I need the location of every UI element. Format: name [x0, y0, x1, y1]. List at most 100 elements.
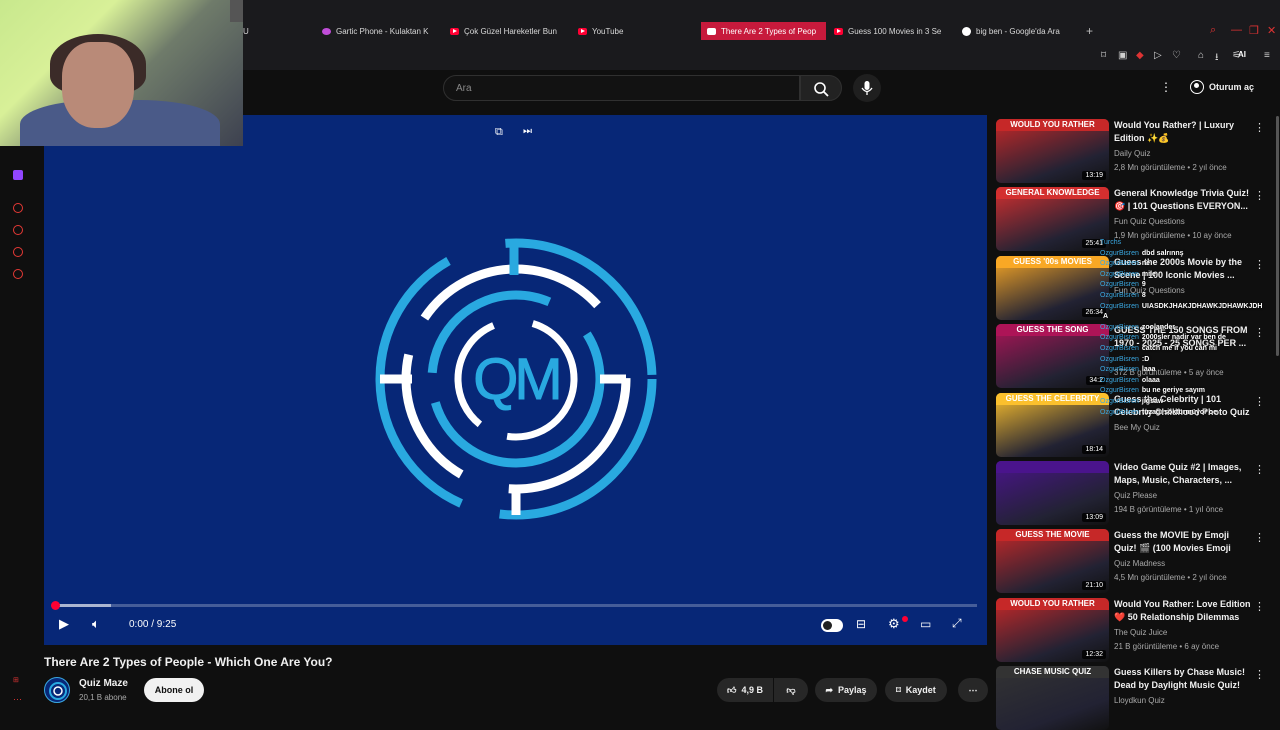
- gartic-phone-favicon: [322, 27, 331, 35]
- browser-tab[interactable]: Çok Güzel Hareketler Bun: [450, 22, 564, 40]
- recommended-channel[interactable]: Daily Quiz: [1114, 149, 1150, 158]
- search-button[interactable]: [800, 75, 842, 101]
- recommended-channel[interactable]: Lloydkun Quiz: [1114, 696, 1165, 705]
- chat-username: Turchs: [1100, 239, 1122, 246]
- recommended-channel[interactable]: Bee My Quiz: [1114, 423, 1160, 432]
- skip-icon[interactable]: ⏭: [523, 126, 532, 137]
- video-thumbnail[interactable]: GUESS '00s MOVIES 26:34: [996, 256, 1109, 320]
- voice-search-button[interactable]: [853, 74, 881, 102]
- recommended-title[interactable]: Guess Killers by Chase Music! Dead by Da…: [1114, 666, 1252, 692]
- more-options-icon[interactable]: ⋮: [1254, 121, 1265, 134]
- recommended-title[interactable]: Video Game Quiz #2 | Images, Maps, Music…: [1114, 461, 1252, 487]
- chat-text: bu ne geriye sayım: [1141, 387, 1205, 395]
- search-input[interactable]: Ara: [443, 75, 800, 101]
- page-scrollbar[interactable]: [1276, 116, 1279, 356]
- search-tabs-icon[interactable]: ⌕: [1210, 24, 1216, 37]
- browser-tab-google[interactable]: big ben - Google'da Ara: [962, 22, 1074, 40]
- screenshot-icon[interactable]: ▣: [1118, 50, 1127, 61]
- recommended-channel[interactable]: Quiz Madness: [1114, 559, 1165, 568]
- channel-name[interactable]: Quiz Maze: [79, 678, 128, 689]
- like-button[interactable]: 👍︎ 4,9 B: [717, 678, 773, 702]
- chat-text: laaa: [1141, 366, 1156, 374]
- maximize-icon[interactable]: ❐: [1249, 24, 1259, 37]
- wallet-icon[interactable]: ⌂: [1198, 50, 1204, 61]
- recommended-video[interactable]: 13:09 Video Game Quiz #2 | Images, Maps, …: [996, 461, 1266, 525]
- video-thumbnail[interactable]: CHASE MUSIC QUIZ: [996, 666, 1109, 730]
- close-icon[interactable]: ✕: [1267, 24, 1276, 37]
- thumbnail-banner: GUESS '00s MOVIES: [996, 256, 1109, 268]
- subscribe-button[interactable]: Abone ol: [144, 678, 204, 702]
- flame-icon[interactable]: [13, 247, 23, 257]
- bookmark-icon[interactable]: ⌑: [1101, 50, 1106, 61]
- recommended-title[interactable]: Guess the MOVIE by Emoji Quiz! 🎬 (100 Mo…: [1114, 529, 1252, 556]
- browser-tab-gartic[interactable]: Gartic Phone - Kulaktan K: [322, 22, 434, 40]
- channel-avatar[interactable]: [44, 677, 70, 703]
- recommended-channel[interactable]: The Quiz Juice: [1114, 628, 1167, 637]
- recommended-title[interactable]: General Knowledge Trivia Quiz! 🎯 | 101 Q…: [1114, 187, 1252, 213]
- more-actions-button[interactable]: ⋯: [958, 678, 988, 702]
- left-rail: [0, 70, 36, 720]
- progress-handle[interactable]: [51, 601, 60, 610]
- play-button-icon[interactable]: ▶: [59, 616, 69, 632]
- video-player[interactable]: QM ⧉ ⏭ ▶ 🔈︎ 0:00 / 9:25 ⊟ ⚙ ▭ ⤢: [44, 115, 987, 645]
- settings-gear-icon[interactable]: ⚙: [888, 616, 900, 632]
- browser-tab-youtube[interactable]: YouTube: [578, 22, 658, 40]
- recommended-video[interactable]: CHASE MUSIC QUIZ Guess Killers by Chase M…: [996, 666, 1266, 730]
- recommended-video[interactable]: GUESS THE MOVIE 21:10 Guess the MOVIE by E…: [996, 529, 1266, 593]
- video-thumbnail[interactable]: GUESS THE SONG 34:2: [996, 324, 1109, 388]
- download-icon[interactable]: ⭳: [1215, 50, 1219, 67]
- browser-tab[interactable]: U: [243, 22, 255, 40]
- chat-message: OzgurBisren dbd salrınnş: [1100, 249, 1280, 260]
- more-options-icon[interactable]: ⋮: [1254, 600, 1265, 613]
- minimize-icon[interactable]: —: [1231, 24, 1242, 36]
- fullscreen-icon[interactable]: ⤢: [952, 616, 962, 631]
- chat-username: OzgurBisren: [1100, 302, 1139, 310]
- more-options-icon[interactable]: ⋮: [1254, 531, 1265, 544]
- more-options-icon[interactable]: ⋮: [1254, 463, 1265, 476]
- autoplay-toggle[interactable]: [821, 619, 843, 632]
- rail-more-icon[interactable]: ⋯: [13, 694, 22, 705]
- chat-username: OzgurBisren: [1100, 376, 1139, 384]
- menu-icon[interactable]: ≡: [1264, 50, 1270, 61]
- new-tab-icon[interactable]: +: [1086, 24, 1093, 38]
- recommended-video[interactable]: WOULD YOU RATHER 12:32 Would You Rather: L…: [996, 598, 1266, 662]
- video-thumbnail[interactable]: WOULD YOU RATHER 12:32: [996, 598, 1109, 662]
- browser-tab[interactable]: Guess 100 Movies in 3 Se: [834, 22, 946, 40]
- logo-text: QM: [473, 347, 558, 412]
- video-thumbnail[interactable]: GUESS THE MOVIE 21:10: [996, 529, 1109, 593]
- chat-username: OzgurBisren: [1100, 366, 1139, 374]
- chat-text: dbd salrınnş: [1141, 249, 1184, 257]
- gear-icon[interactable]: [13, 269, 23, 279]
- dislike-button[interactable]: 👎︎: [774, 678, 808, 702]
- play-icon[interactable]: ▷: [1154, 50, 1162, 61]
- video-thumbnail[interactable]: WOULD YOU RATHER 13:19: [996, 119, 1109, 183]
- more-options-icon[interactable]: ⋮: [1254, 189, 1265, 202]
- video-thumbnail[interactable]: GENERAL KNOWLEDGE 25:41: [996, 187, 1109, 251]
- history-icon[interactable]: [13, 203, 23, 213]
- video-thumbnail[interactable]: GUESS THE CELEBRITY 18:14: [996, 393, 1109, 457]
- heart-icon[interactable]: ♡: [1172, 50, 1181, 61]
- recommended-video[interactable]: WOULD YOU RATHER 13:19 Would You Rather? |…: [996, 119, 1266, 183]
- signin-button[interactable]: Oturum aç: [1190, 80, 1254, 94]
- rail-footer-icon[interactable]: ⊞: [13, 676, 19, 684]
- subtitles-icon[interactable]: ⊟: [856, 617, 866, 631]
- twitch-icon[interactable]: [13, 170, 23, 180]
- youtube-favicon: [834, 27, 843, 35]
- recommended-channel[interactable]: Fun Quiz Questions: [1114, 217, 1185, 226]
- video-thumbnail[interactable]: 13:09: [996, 461, 1109, 525]
- more-options-icon[interactable]: ⋮: [1160, 80, 1172, 94]
- volume-icon[interactable]: 🔈︎: [92, 616, 100, 632]
- share-button[interactable]: ➦ Paylaş: [815, 678, 877, 702]
- clock-icon[interactable]: [13, 225, 23, 235]
- theater-mode-icon[interactable]: ▭: [920, 617, 931, 631]
- progress-track[interactable]: [54, 604, 977, 607]
- save-button[interactable]: ⌑ Kaydet: [885, 678, 947, 702]
- miniplayer-icon[interactable]: ⧉: [495, 126, 503, 139]
- recommended-channel[interactable]: Quiz Please: [1114, 491, 1157, 500]
- recommended-title[interactable]: Would You Rather? | Luxury Edition ✨💰: [1114, 119, 1252, 145]
- browser-tab-active[interactable]: There Are 2 Types of Peop: [701, 22, 826, 40]
- shield-icon[interactable]: ◆: [1136, 50, 1144, 61]
- more-options-icon[interactable]: ⋮: [1254, 668, 1265, 681]
- recommended-title[interactable]: Would You Rather: Love Edition ❤️ 50 Rel…: [1114, 598, 1252, 624]
- ai-label[interactable]: AI: [1238, 50, 1246, 59]
